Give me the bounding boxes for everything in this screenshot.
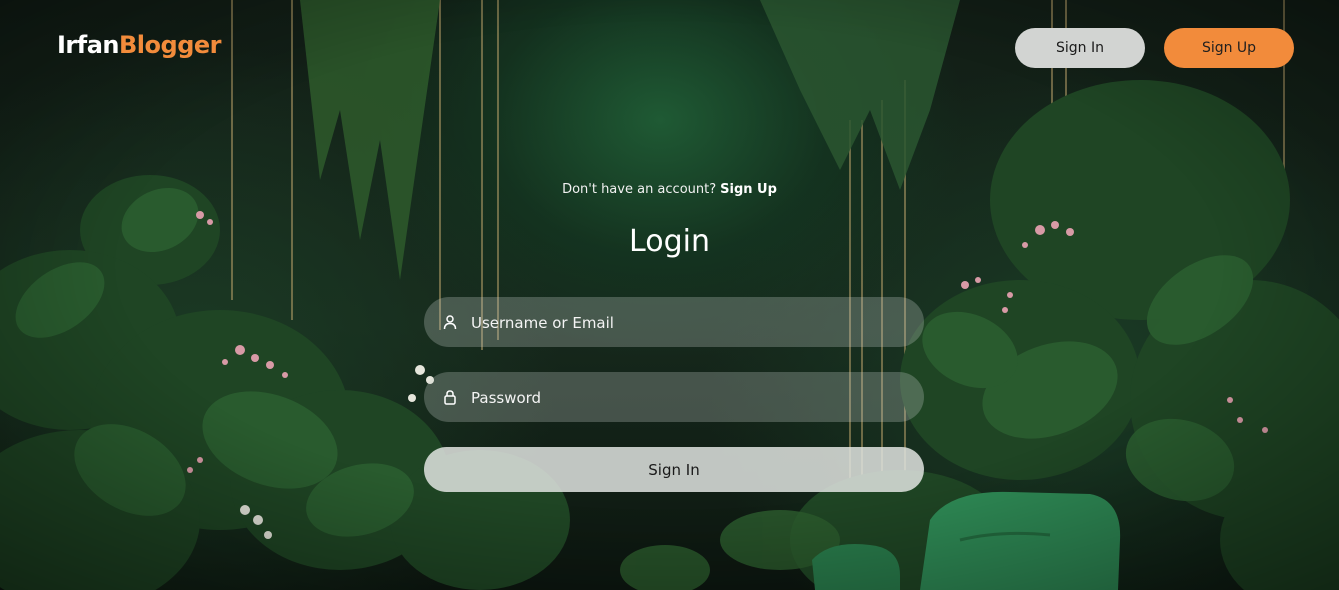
signin-submit-button[interactable]: Sign In bbox=[424, 447, 924, 492]
brand-name-part2: Blogger bbox=[119, 31, 221, 59]
nav-signup-button[interactable]: Sign Up bbox=[1164, 28, 1294, 68]
password-input[interactable] bbox=[469, 372, 903, 424]
lock-icon bbox=[444, 390, 456, 405]
signup-link[interactable]: Sign Up bbox=[720, 182, 777, 197]
brand-name-part1: Irfan bbox=[57, 31, 120, 59]
password-field-container bbox=[424, 372, 924, 424]
page-title: Login bbox=[629, 224, 710, 259]
username-field-container bbox=[424, 297, 924, 349]
username-input[interactable] bbox=[469, 297, 903, 349]
signup-prompt-text: Don't have an account? bbox=[562, 182, 717, 197]
user-icon bbox=[443, 315, 457, 330]
background-jungle-image bbox=[0, 0, 1339, 590]
nav-signin-button[interactable]: Sign In bbox=[1015, 28, 1145, 68]
signup-prompt: Don't have an account? Sign Up bbox=[0, 182, 1339, 197]
brand-logo[interactable]: IrfanBlogger bbox=[57, 31, 221, 59]
